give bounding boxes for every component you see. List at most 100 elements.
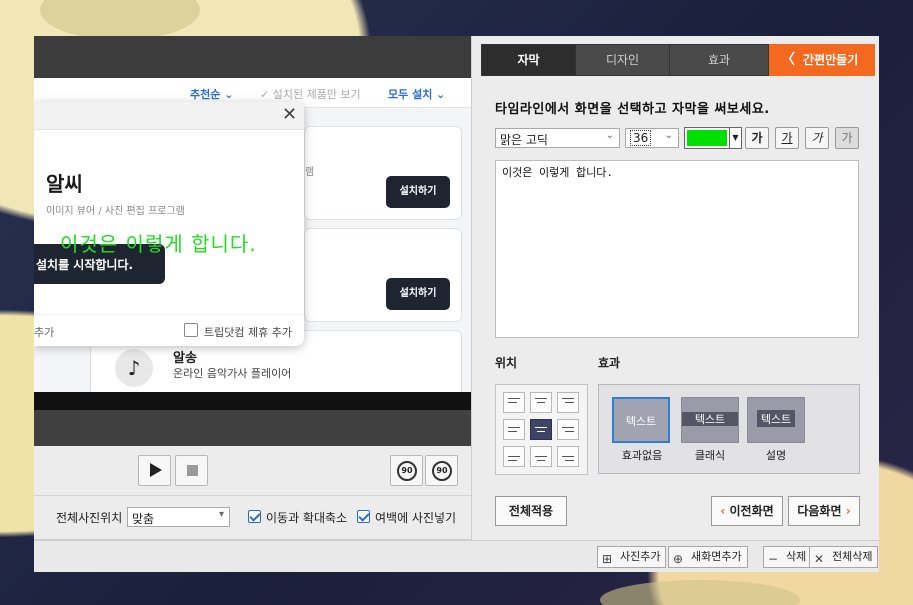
italic-style-button[interactable]: 가: [805, 127, 829, 149]
close-icon: ✕: [814, 552, 825, 566]
dialog-app-name: 알씨: [46, 172, 83, 196]
play-button[interactable]: [138, 455, 171, 486]
music-note-icon: ♪: [115, 349, 153, 387]
effect-sample: 텍스트: [625, 415, 657, 428]
fill-margin-checkbox[interactable]: [357, 510, 370, 523]
chevron-right-icon: ›: [845, 504, 851, 518]
position-middle-right[interactable]: [557, 419, 579, 440]
tab-effect[interactable]: 효과: [670, 45, 768, 75]
installed-only-filter: ✓ 설치된 제품만 보기: [260, 88, 361, 101]
card-title: 알송: [173, 351, 197, 366]
chevron-down-icon: ⌄: [224, 88, 234, 101]
player-controls: 90 90: [34, 446, 471, 496]
rotate-left-button[interactable]: 90: [390, 455, 423, 486]
photo-position-select[interactable]: 맞춤 ▾: [127, 507, 230, 527]
caption-hint: 타임라인에서 화면을 선택하고 자막을 써보세요.: [495, 102, 770, 117]
caption-textarea[interactable]: 이것은 이렇게 합니다.: [495, 160, 859, 338]
panel-tabs: 자막 디자인 효과: [481, 44, 769, 76]
rotate-right-icon: 90: [432, 461, 452, 481]
text-color-picker[interactable]: ▼: [684, 127, 742, 149]
screenshot-header-bar: [34, 36, 471, 78]
add-new-screen-button[interactable]: ⊕ 새화면추가: [668, 546, 748, 568]
stop-icon: [187, 465, 198, 476]
rotate-right-button[interactable]: 90: [425, 455, 458, 486]
timeline-strip: [34, 392, 471, 410]
move-zoom-checkbox[interactable]: [248, 510, 261, 523]
apply-all-button[interactable]: 전체적용: [495, 496, 567, 526]
font-size-select[interactable]: 36 ⌄: [625, 128, 679, 148]
effect-sample: 텍스트: [694, 413, 726, 426]
effect-description-label: 설명: [765, 449, 787, 462]
install-all-filter: 모두 설치 ⌄: [388, 88, 446, 101]
move-zoom-label: 이동과 확대축소: [266, 511, 348, 525]
preview-screenshot: 추천순 ⌄ ✓ 설치된 제품만 보기 모두 설치 ⌄ 램 설치하기 설치하기 ♪…: [34, 36, 471, 392]
position-top-center[interactable]: [530, 392, 552, 413]
caption-overlay[interactable]: 이것은 이렇게 합니다.: [60, 228, 257, 257]
effect-label: 효과: [598, 356, 621, 370]
effect-classic-label: 클래식: [694, 449, 726, 462]
install-button: 설치하기: [386, 176, 450, 208]
position-label: 위치: [495, 356, 518, 370]
stop-button[interactable]: [175, 455, 208, 486]
tab-caption[interactable]: 자막: [482, 45, 576, 75]
photo-position-label: 전체사진위치: [56, 511, 123, 525]
color-fill: [687, 130, 727, 146]
font-select[interactable]: 맑은 고딕 ⌄: [495, 128, 620, 148]
position-middle-left[interactable]: [503, 419, 525, 440]
installer-dialog: ✕ 알씨 이미지 뷰어 / 사진 편집 프로그램 설치를 시작합니다. 추가 트…: [34, 102, 304, 346]
delete-button[interactable]: − 삭제: [763, 546, 813, 568]
preview-footer: [34, 410, 471, 446]
chevron-down-icon: ⌄: [436, 88, 446, 101]
effect-none-label: 효과없음: [621, 449, 663, 462]
effect-none-option[interactable]: 텍스트: [612, 397, 670, 443]
delete-all-button[interactable]: ✕ 전체삭제: [809, 546, 879, 568]
checkbox-icon: [184, 323, 198, 337]
footer-text: 추가: [34, 326, 55, 339]
app-window: 추천순 ⌄ ✓ 설치된 제품만 보기 모두 설치 ⌄ 램 설치하기 설치하기 ♪…: [34, 36, 879, 572]
card-description: 온라인 음악가사 플레이어: [173, 367, 292, 380]
underline-style-button[interactable]: 가: [775, 127, 799, 149]
sort-filter: 추천순 ⌄: [190, 88, 234, 101]
chevron-down-icon: ⌄: [664, 130, 673, 141]
dialog-header: ✕: [34, 102, 304, 130]
bold-style-button[interactable]: 가: [745, 127, 769, 149]
minus-icon: −: [768, 552, 779, 566]
chevron-down-icon: ⌄: [605, 130, 614, 141]
add-photo-button[interactable]: ⊞ 사진추가: [597, 546, 667, 568]
chevron-down-icon: ▼: [729, 128, 741, 148]
prev-screen-button[interactable]: ‹ 이전화면: [711, 496, 783, 526]
product-card: 설치하기: [304, 228, 462, 322]
position-grid: [495, 384, 588, 475]
shadow-style-button[interactable]: 가: [835, 127, 859, 149]
checkbox-label: 트립닷컴 제휴 추가: [204, 326, 292, 339]
card-description: 램: [305, 167, 315, 178]
caption-panel: 자막 디자인 효과 〈 간편만들기 타임라인에서 화면을 선택하고 자막을 써보…: [471, 36, 879, 540]
bottom-toolbar: ⊞ 사진추가 ⊕ 새화면추가 − 삭제 ✕ 전체삭제: [34, 540, 879, 572]
position-bottom-left[interactable]: [503, 446, 525, 467]
install-button: 설치하기: [386, 278, 450, 310]
fill-margin-label: 여백에 사진넣기: [375, 511, 457, 525]
position-middle-center[interactable]: [530, 419, 552, 440]
position-top-right[interactable]: [557, 392, 579, 413]
preview-area[interactable]: 추천순 ⌄ ✓ 설치된 제품만 보기 모두 설치 ⌄ 램 설치하기 설치하기 ♪…: [34, 36, 471, 446]
tab-design[interactable]: 디자인: [576, 45, 670, 75]
effect-sample: 텍스트: [760, 413, 792, 426]
product-card: 램 설치하기: [304, 126, 462, 220]
quick-create-button[interactable]: 〈 간편만들기: [769, 44, 875, 76]
effect-description-option[interactable]: 텍스트: [747, 397, 805, 443]
position-top-left[interactable]: [503, 392, 525, 413]
add-screen-icon: ⊕: [673, 552, 684, 566]
dialog-app-description: 이미지 뷰어 / 사진 편집 프로그램: [46, 206, 185, 217]
play-icon: [150, 463, 162, 477]
effect-options: 텍스트 효과없음 텍스트 클래식 텍스트 설명: [598, 384, 860, 474]
chevron-left-icon: ‹: [720, 504, 726, 518]
add-photo-icon: ⊞: [602, 552, 613, 566]
next-screen-button[interactable]: 다음화면 ›: [788, 496, 860, 526]
photo-options: 전체사진위치 맞춤 ▾ 이동과 확대축소 여백에 사진넣기: [34, 496, 471, 540]
position-bottom-right[interactable]: [557, 446, 579, 467]
position-bottom-center[interactable]: [530, 446, 552, 467]
rotate-left-icon: 90: [397, 461, 417, 481]
chevron-left-icon: 〈: [781, 52, 795, 68]
dialog-footer: 추가 트립닷컴 제휴 추가: [34, 314, 304, 346]
effect-classic-option[interactable]: 텍스트: [681, 397, 739, 443]
